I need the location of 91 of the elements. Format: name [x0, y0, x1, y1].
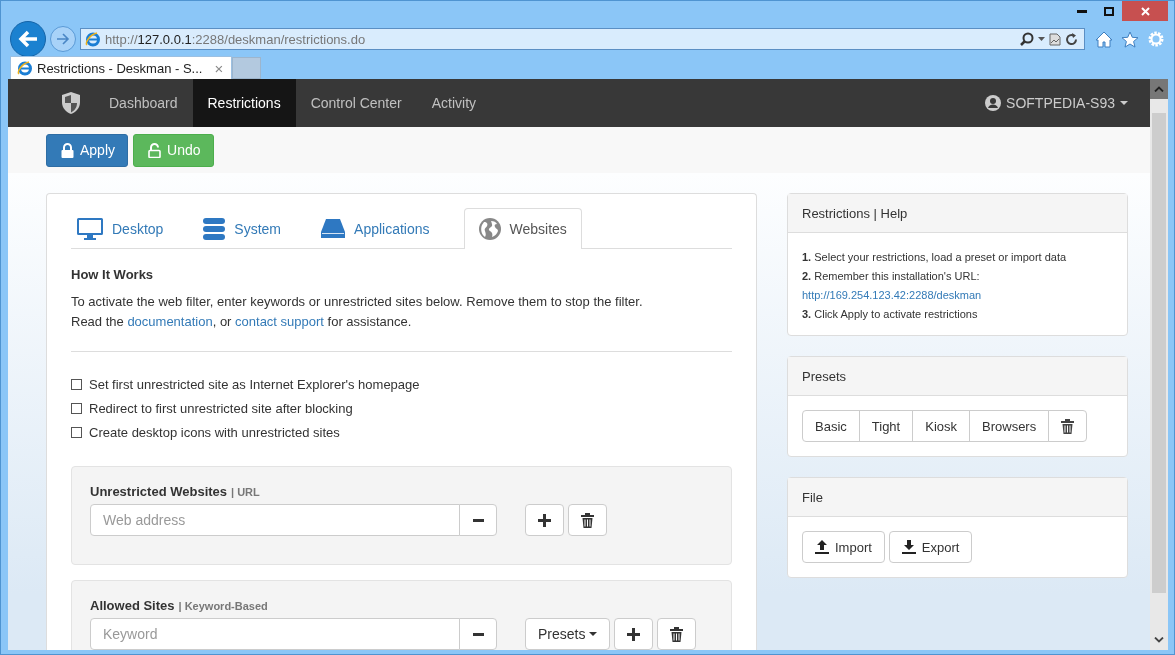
delete-button[interactable] [568, 504, 607, 536]
category-tab[interactable]: System [197, 208, 297, 248]
nav-link[interactable]: Control Center [295, 79, 417, 127]
caret-icon [1120, 101, 1128, 105]
url-text: http://127.0.0.1:2288/deskman/restrictions.do [105, 31, 367, 47]
panel-header: Presets [788, 357, 1127, 396]
star-icon[interactable] [1121, 30, 1139, 48]
category-tab[interactable]: Desktop [71, 208, 179, 248]
section-heading: How It Works [71, 267, 155, 282]
server-stack-icon [203, 217, 226, 240]
browser-tab[interactable]: Restrictions - Deskman - S... × [10, 56, 233, 79]
upload-icon [815, 540, 829, 554]
checkbox[interactable] [71, 402, 82, 414]
help-step-text: 2. Remember this installation's URL: [802, 269, 981, 284]
scrollbar-thumb[interactable] [1152, 113, 1166, 593]
presets-dropdown[interactable]: Presets [525, 618, 611, 650]
minus-icon [472, 518, 484, 522]
help-step-text: 1. Select your restrictions, load a preset or import data [802, 250, 1068, 265]
lock-icon [61, 142, 74, 158]
tab-close-button[interactable]: × [212, 59, 226, 77]
help-link[interactable]: contact support [235, 314, 324, 329]
trash-icon [670, 626, 684, 642]
browser-logo-icon [85, 31, 101, 47]
checkbox[interactable] [71, 426, 82, 438]
back-button[interactable] [10, 21, 46, 57]
right-arrow-icon [56, 33, 70, 45]
dropdown-caret-icon[interactable] [1038, 37, 1045, 41]
text-input-field[interactable]: Web address [90, 504, 460, 536]
description-text: To activate the web filter, enter keywords or unrestricted sites below. Remove them to stop the filter. [71, 293, 644, 311]
tab-title: Restrictions - Deskman - S... [37, 60, 203, 76]
close-button[interactable] [1122, 1, 1168, 21]
preset-button[interactable]: Browsers [969, 410, 1050, 442]
monitor-icon [77, 217, 103, 240]
user-icon [985, 95, 1002, 111]
export-button[interactable]: Export [888, 531, 973, 563]
delete-preset-button[interactable] [1048, 410, 1088, 442]
left-arrow-icon [18, 30, 38, 48]
remove-button[interactable] [459, 618, 497, 650]
preset-button[interactable]: Basic [802, 410, 860, 442]
caret-icon [589, 632, 598, 636]
trash-icon [1061, 418, 1075, 434]
plus-icon [538, 513, 551, 527]
import-button[interactable]: Import [802, 531, 885, 563]
remove-button[interactable] [459, 504, 497, 536]
download-icon [901, 540, 916, 554]
scroll-up-button[interactable] [1150, 79, 1168, 99]
checkbox-label: Redirect to first unrestricted site after blocking [89, 400, 353, 416]
checkbox-label: Create desktop icons with unrestricted sites [89, 424, 340, 440]
section-subtitle: | Keyword-Based [178, 600, 268, 612]
section-title: Allowed Sites [90, 598, 175, 613]
preset-button[interactable]: Tight [858, 410, 914, 442]
hard-drive-icon [321, 218, 346, 239]
unlocked-lock-icon [148, 142, 162, 158]
up-chevron-icon [1154, 86, 1164, 92]
globe-icon [478, 218, 501, 240]
help-step-text: 3. Click Apply to activate restrictions [802, 307, 979, 322]
minus-icon [472, 632, 484, 636]
checkbox[interactable] [71, 378, 82, 390]
description-text: Read the documentation, or contact support for assistance. [71, 313, 413, 331]
add-button[interactable] [614, 618, 654, 650]
nav-link[interactable]: Dashboard [94, 79, 193, 127]
nav-link[interactable]: Restrictions [192, 79, 296, 127]
plus-icon [627, 627, 641, 641]
home-icon[interactable] [1095, 30, 1113, 48]
address-bar[interactable]: http://127.0.0.1:2288/deskman/restrictions.do [80, 28, 1085, 50]
close-icon [1140, 6, 1150, 16]
down-chevron-icon [1154, 637, 1164, 643]
user-menu[interactable]: SOFTPEDIA-S93 [1006, 95, 1115, 111]
preset-button[interactable]: Kiosk [912, 410, 970, 442]
delete-button[interactable] [657, 618, 697, 650]
installation-url-link[interactable]: http://169.254.123.42:2288/deskman [802, 289, 982, 301]
add-button[interactable] [525, 504, 564, 536]
search-icon[interactable] [1020, 32, 1034, 46]
checkbox-label: Set first unrestricted site as Internet Explorer's homepage [89, 376, 420, 392]
text-input-field[interactable]: Keyword [90, 618, 460, 650]
help-link[interactable]: documentation [127, 314, 213, 329]
minimize-icon [1076, 9, 1087, 13]
panel-header: Restrictions | Help [788, 194, 1127, 233]
browser-logo-icon [17, 60, 33, 76]
section-subtitle: | URL [231, 486, 260, 498]
panel-header: File [788, 478, 1127, 517]
compatibility-view-icon[interactable] [1049, 32, 1061, 46]
category-tab[interactable]: Applications [315, 208, 445, 248]
refresh-icon[interactable] [1065, 32, 1078, 46]
maximize-icon [1103, 6, 1114, 16]
category-tab[interactable]: Websites [463, 208, 582, 249]
toolbar-button[interactable]: Apply [46, 133, 129, 167]
shield-icon [60, 91, 82, 115]
section-title: Unrestricted Websites [90, 484, 228, 499]
nav-link[interactable]: Activity [416, 79, 492, 127]
trash-icon [581, 512, 594, 528]
